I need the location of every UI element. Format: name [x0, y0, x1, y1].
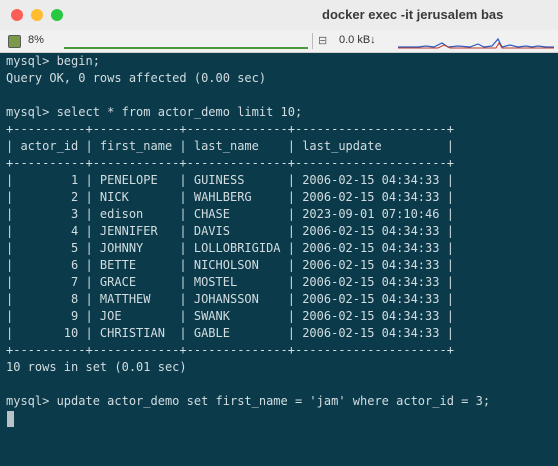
title-bar[interactable]: docker exec -it jerusalem bas [0, 0, 558, 30]
window-title: docker exec -it jerusalem bas [322, 7, 504, 22]
minimize-button[interactable] [31, 9, 43, 21]
terminal-line: +----------+------------+--------------+… [6, 343, 454, 357]
cpu-icon [8, 35, 21, 48]
cpu-graph [64, 38, 308, 49]
terminal-line: | actor_id | first_name | last_name | la… [6, 139, 454, 153]
terminal-line: | 7 | GRACE | MOSTEL | 2006-02-15 04:34:… [6, 275, 454, 289]
terminal-line: +----------+------------+--------------+… [6, 156, 454, 170]
terminal-line: mysql> select * from actor_demo limit 10… [6, 105, 303, 119]
terminal-line: | 9 | JOE | SWANK | 2006-02-15 04:34:33 … [6, 309, 454, 323]
terminal-line: | 3 | edison | CHASE | 2023-09-01 07:10:… [6, 207, 454, 221]
close-button[interactable] [11, 9, 23, 21]
terminal-line: Query OK, 0 rows affected (0.00 sec) [6, 71, 267, 85]
terminal-line: 10 rows in set (0.01 sec) [6, 360, 187, 374]
status-bar: 8% ⊟ 0.0 kB↓ [0, 30, 558, 53]
terminal-line: | 1 | PENELOPE | GUINESS | 2006-02-15 04… [6, 173, 454, 187]
terminal-line: | 4 | JENNIFER | DAVIS | 2006-02-15 04:3… [6, 224, 454, 238]
text-cursor [7, 411, 14, 427]
terminal-line: mysql> begin; [6, 54, 100, 68]
cpu-usage: 8% [28, 34, 44, 46]
terminal-line: | 6 | BETTE | NICHOLSON | 2006-02-15 04:… [6, 258, 454, 272]
terminal-line: mysql> update actor_demo set first_name … [6, 394, 491, 408]
terminal-output[interactable]: mysql> begin; Query OK, 0 rows affected (… [6, 53, 490, 410]
terminal-line: | 2 | NICK | WAHLBERG | 2006-02-15 04:34… [6, 190, 454, 204]
status-divider [312, 33, 313, 49]
network-icon: ⊟ [318, 35, 328, 47]
terminal-line: +----------+------------+--------------+… [6, 122, 454, 136]
terminal-line: | 5 | JOHNNY | LOLLOBRIGIDA | 2006-02-15… [6, 241, 454, 255]
terminal-line: | 8 | MATTHEW | JOHANSSON | 2006-02-15 0… [6, 292, 454, 306]
network-rate: 0.0 kB↓ [339, 34, 376, 46]
terminal-window: docker exec -it jerusalem bas 8% ⊟ 0.0 k… [0, 0, 558, 466]
network-graph [398, 37, 554, 49]
zoom-button[interactable] [51, 9, 63, 21]
terminal-line: | 10 | CHRISTIAN | GABLE | 2006-02-15 04… [6, 326, 454, 340]
